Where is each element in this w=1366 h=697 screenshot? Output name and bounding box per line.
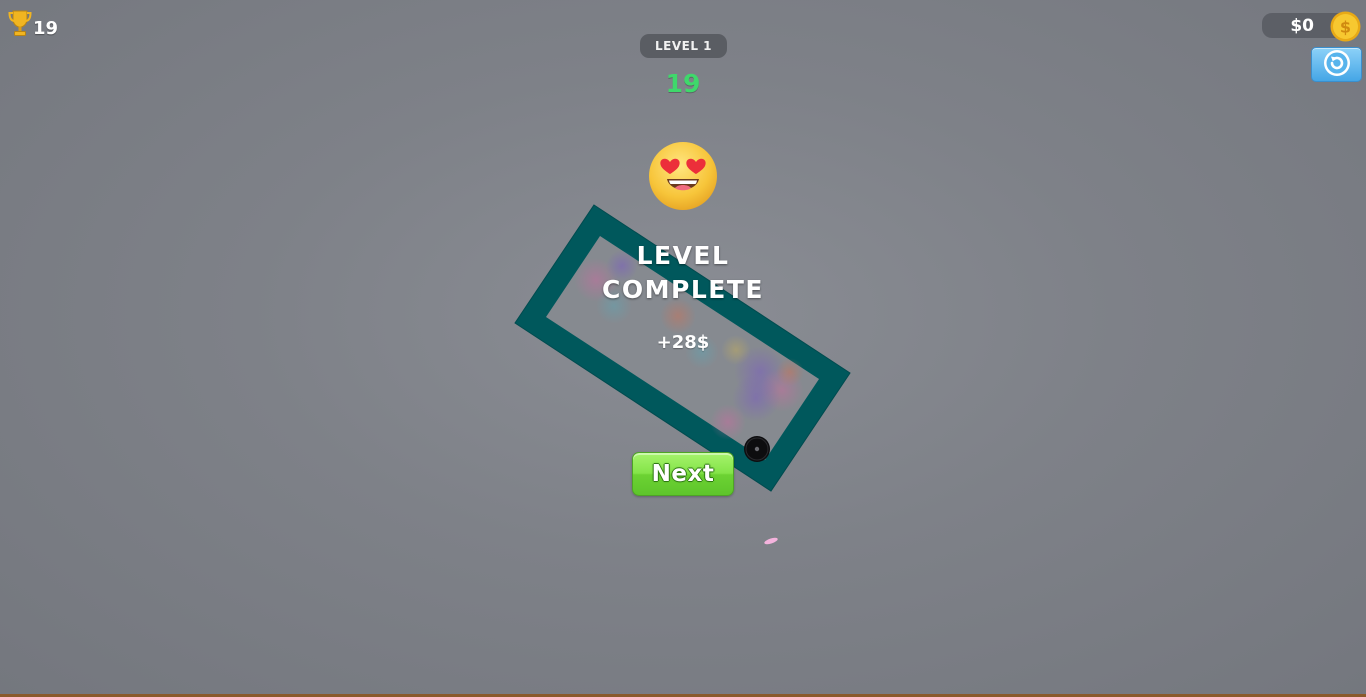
svg-text:$: $	[1340, 18, 1351, 37]
score-counter: 19	[665, 69, 701, 98]
coin-icon: $	[1330, 11, 1361, 42]
restart-icon	[1322, 48, 1352, 82]
restart-button[interactable]	[1311, 47, 1362, 82]
trophy-icon	[8, 9, 32, 39]
money-value: $0	[1290, 16, 1314, 36]
next-button-label: Next	[651, 461, 715, 487]
level-complete-title-line2: COMPLETE	[602, 275, 764, 304]
trophy-counter: 19	[8, 9, 58, 39]
ball	[744, 436, 770, 462]
level-indicator: LEVEL 1	[640, 34, 727, 58]
level-label: LEVEL 1	[654, 39, 712, 53]
next-button[interactable]: Next	[632, 452, 734, 496]
level-complete-title-line1: LEVEL	[636, 241, 730, 270]
heart-eyes-emoji-icon	[648, 141, 718, 211]
reward-amount: +28$	[656, 332, 710, 353]
paint-drop	[764, 537, 778, 545]
trophy-count: 19	[33, 18, 59, 39]
